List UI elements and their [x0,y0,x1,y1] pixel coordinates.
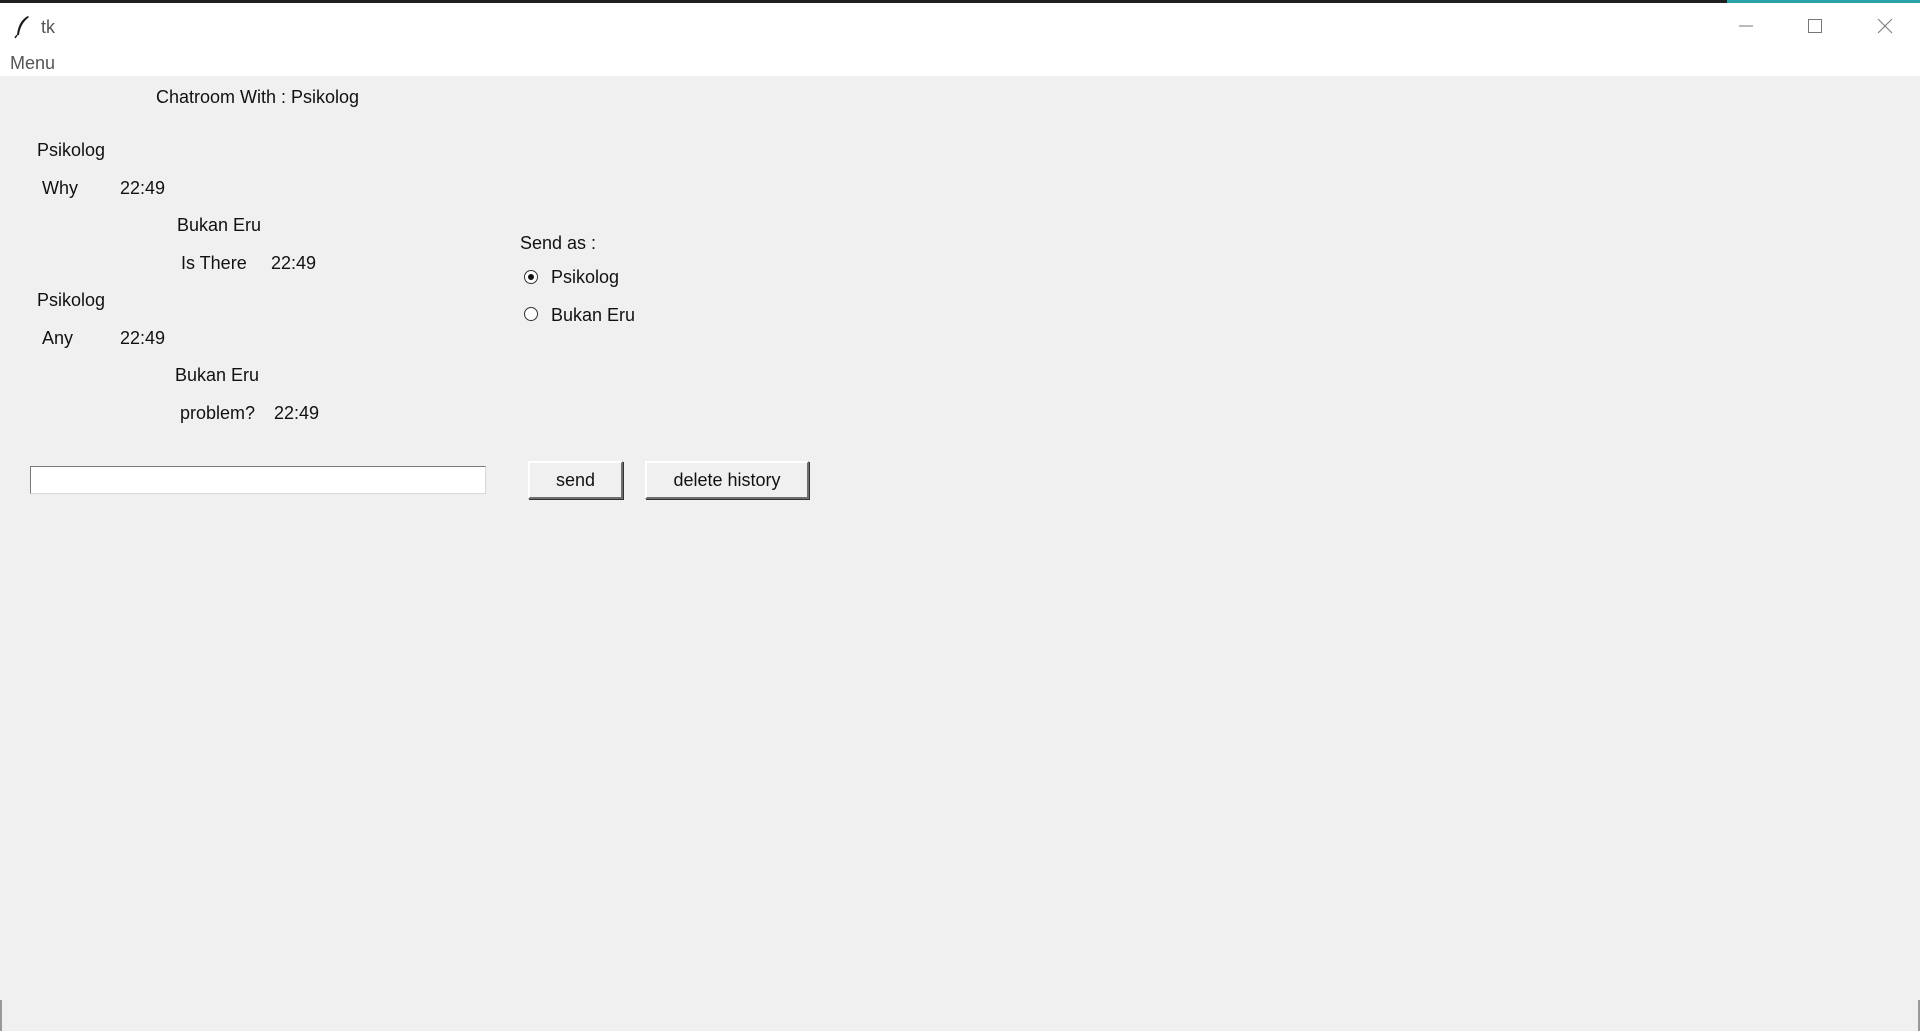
close-icon [1877,18,1893,34]
maximize-icon [1808,19,1822,33]
message-time: 22:49 [271,253,317,273]
message-sender: Psikolog [37,290,106,310]
menu-bar: Menu [0,50,1920,76]
delete-history-button[interactable]: delete history [645,461,809,499]
message-time: 22:49 [120,178,166,198]
chat-content: Chatroom With : Psikolog Psikolog Why 22… [0,76,1920,1031]
window-edge-left [0,1000,2,1031]
send-as-label: Send as : [520,233,597,253]
radio-label-bukan-eru[interactable]: Bukan Eru [551,305,635,326]
window-title: tk [41,17,56,37]
radio-button-bukan-eru[interactable] [524,307,538,321]
feather-icon [14,16,29,39]
message-sender: Bukan Eru [175,365,260,385]
app-window: tk Menu Chatroom With : Psikolog Psikolo… [0,0,1920,1031]
message-time: 22:49 [120,328,166,348]
message-sender: Bukan Eru [177,215,262,235]
minimize-icon [1739,25,1753,27]
maximize-button[interactable] [1781,3,1849,49]
message-text: Is There [181,253,247,273]
message-text: Any [42,328,74,348]
send-button[interactable]: send [528,461,623,499]
message-input[interactable] [30,466,486,494]
menu-item-menu[interactable]: Menu [10,53,55,74]
chatroom-header: Chatroom With : Psikolog [156,87,360,107]
title-bar[interactable]: tk [0,3,1920,50]
minimize-button[interactable] [1712,3,1780,49]
close-button[interactable] [1851,3,1919,49]
message-text: problem? [180,403,256,423]
radio-button-psikolog[interactable] [524,270,538,284]
radio-label-psikolog[interactable]: Psikolog [551,267,619,288]
message-time: 22:49 [274,403,320,423]
message-sender: Psikolog [37,140,106,160]
message-text: Why [42,178,78,198]
